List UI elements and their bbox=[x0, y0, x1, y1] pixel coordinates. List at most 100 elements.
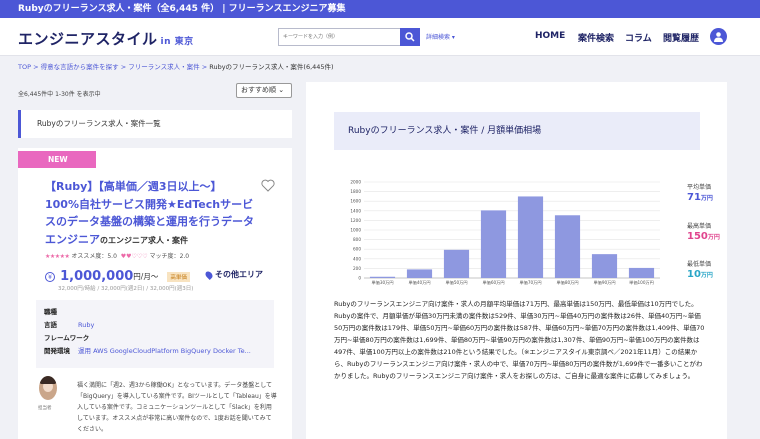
nav-history[interactable]: 閲覧履歴 bbox=[663, 31, 699, 44]
advisor-name: 担当者 bbox=[38, 406, 52, 411]
nav-column[interactable]: コラム bbox=[625, 31, 652, 44]
bar bbox=[369, 276, 396, 278]
favorite-heart-icon[interactable] bbox=[261, 179, 275, 192]
price-unit: 円/月〜 bbox=[133, 272, 159, 281]
location-text: その他エリア bbox=[215, 270, 263, 279]
y-tick-label: 200 bbox=[353, 266, 361, 271]
user-avatar-button[interactable] bbox=[710, 28, 727, 45]
yen-icon: ¥ bbox=[45, 271, 55, 282]
y-tick-label: 400 bbox=[353, 256, 361, 261]
y-tick-label: 800 bbox=[353, 237, 361, 242]
info-row: フレームワーク bbox=[44, 332, 266, 345]
bar bbox=[628, 267, 655, 278]
breadcrumb-current: Rubyのフリーランス求人・案件(6,445件) bbox=[209, 63, 334, 71]
breadcrumb-jobs[interactable]: フリーランス求人・案件 bbox=[128, 63, 199, 71]
x-tick-label: 単価50万円 bbox=[445, 279, 467, 286]
high-price-badge: 高単価 bbox=[167, 271, 190, 282]
y-tick-label: 1400 bbox=[350, 208, 361, 213]
price-unit: 万円 bbox=[700, 195, 713, 202]
price-unit: 万円 bbox=[707, 234, 720, 241]
y-tick-label: 600 bbox=[353, 247, 361, 252]
info-row: 開発環境 運用 AWS GoogleCloudPlatform BigQuery … bbox=[44, 345, 266, 358]
x-tick-label: 単価40万円 bbox=[408, 279, 430, 286]
job-ratings: ★★★★★ オススメ度：5.0 ♥♥♡♡♡ マッチ度：2.0 bbox=[45, 251, 189, 260]
x-tick-label: 単価100万円 bbox=[629, 279, 654, 286]
avg-price-label: 平均単価 bbox=[687, 184, 712, 191]
breadcrumb-separator: > bbox=[120, 63, 127, 71]
info-label: フレームワーク bbox=[44, 334, 90, 342]
recommend-stars: ★★★★★ bbox=[45, 253, 70, 260]
y-tick-label: 1000 bbox=[350, 228, 361, 233]
search-icon bbox=[405, 32, 415, 42]
max-price-value: 150 bbox=[687, 231, 708, 242]
avg-price: 71万円 bbox=[687, 192, 713, 203]
y-tick-label: 1800 bbox=[350, 189, 361, 194]
job-price: 1,000,000 bbox=[60, 269, 134, 284]
breadcrumb-top[interactable]: TOP bbox=[18, 63, 31, 71]
max-price: 150万円 bbox=[687, 231, 720, 242]
breadcrumb-separator: > bbox=[201, 63, 208, 71]
info-label: 言語 bbox=[44, 321, 57, 329]
new-badge: NEW bbox=[18, 151, 96, 168]
min-price: 10万円 bbox=[687, 269, 713, 280]
breadcrumb-separator: > bbox=[33, 63, 39, 71]
bar bbox=[554, 215, 581, 278]
advisor-avatar bbox=[39, 376, 57, 400]
y-tick-label: 2000 bbox=[350, 180, 361, 185]
recommend-value: 5.0 bbox=[107, 253, 117, 260]
advisor-comment: 福く満開に「週2、週3から稼働OK」となっています。データ基盤として「BigQu… bbox=[77, 382, 277, 433]
min-price-value: 10 bbox=[687, 269, 701, 280]
y-tick-label: 0 bbox=[358, 276, 361, 281]
max-price-label: 最高単価 bbox=[687, 223, 712, 230]
bar bbox=[406, 269, 433, 278]
breadcrumb-language[interactable]: 得意な言語から案件を探す bbox=[41, 63, 119, 71]
site-header: エンジニアスタイルin 東京 詳細検索 ▾ HOME 案件検索 コラム 閲覧履歴 bbox=[0, 18, 760, 56]
result-count: 全6,445件中 1-30件 を表示中 bbox=[18, 91, 101, 98]
user-icon bbox=[714, 32, 723, 42]
location-pin-icon bbox=[204, 269, 214, 280]
job-company: のエンジニア求人・案件 bbox=[100, 235, 188, 245]
info-row: 職種 bbox=[44, 306, 266, 319]
price-breakdown: 32,000円/時給 / 32,000円(週2日) / 32,000円(週3日) bbox=[58, 286, 194, 292]
info-label: 開発環境 bbox=[44, 347, 70, 355]
list-heading: Rubyのフリーランス求人・案件一覧 bbox=[18, 110, 292, 138]
y-tick-label: 1600 bbox=[350, 199, 361, 204]
market-description: Rubyのフリーランスエンジニア向け案件・求人の月額平均単価は71万円、最高単価… bbox=[334, 300, 705, 380]
job-title[interactable]: 【Ruby】【高単価／週3日以上〜】100%自社サービス開発★EdTechサービ… bbox=[45, 178, 255, 249]
sort-select[interactable]: おすすめ順 ⌄ bbox=[236, 83, 292, 98]
match-label: マッチ度： bbox=[149, 253, 180, 260]
nav-home[interactable]: HOME bbox=[535, 31, 565, 41]
nav-job-search[interactable]: 案件検索 bbox=[578, 31, 614, 44]
advanced-search-link[interactable]: 詳細検索 ▾ bbox=[426, 32, 455, 41]
job-location: その他エリア bbox=[204, 269, 263, 280]
x-tick-label: 単価80万円 bbox=[556, 279, 578, 286]
job-card[interactable]: NEW 【Ruby】【高単価／週3日以上〜】100%自社サービス開発★EdTec… bbox=[18, 148, 292, 439]
recommend-label: オススメ度： bbox=[71, 253, 108, 260]
min-price-label: 最低単価 bbox=[687, 261, 712, 268]
bar bbox=[517, 196, 544, 278]
search-input[interactable] bbox=[278, 28, 420, 46]
search-button[interactable] bbox=[400, 28, 420, 46]
price-distribution-chart: 0 200 400 600 800 1000 1200 1400 1600 1800 2000 単価3… bbox=[350, 180, 660, 286]
info-value[interactable]: 運用 AWS GoogleCloudPlatform BigQuery Dock… bbox=[78, 347, 251, 355]
info-label: 職種 bbox=[44, 308, 57, 316]
breadcrumb: TOP > 得意な言語から案件を探す > フリーランス求人・案件 > Rubyの… bbox=[18, 61, 334, 71]
info-row: 言語 Ruby bbox=[44, 319, 266, 332]
info-value[interactable]: Ruby bbox=[78, 321, 94, 329]
logo-text: エンジニアスタイル bbox=[18, 30, 158, 48]
avg-price-value: 71 bbox=[687, 192, 701, 203]
x-tick-label: 単価60万円 bbox=[482, 279, 504, 286]
match-value: 2.0 bbox=[179, 253, 190, 260]
y-tick-label: 1200 bbox=[350, 218, 361, 223]
site-logo[interactable]: エンジニアスタイル in 東京 bbox=[18, 28, 194, 49]
job-info-box: 職種 言語 Ruby フレームワーク 開発環境 運用 AWS GoogleCloud… bbox=[36, 300, 274, 368]
logo-region: in 東京 bbox=[160, 37, 194, 47]
bar bbox=[480, 210, 507, 278]
bar bbox=[591, 254, 618, 278]
x-tick-label: 単価70万円 bbox=[519, 279, 541, 286]
market-title: Rubyのフリーランス求人・案件 / 月額単価相場 bbox=[334, 112, 700, 150]
bar bbox=[443, 249, 470, 278]
price-unit: 万円 bbox=[700, 272, 713, 279]
market-panel: Rubyのフリーランス求人・案件 / 月額単価相場 0 200 400 600 800 1… bbox=[306, 82, 727, 439]
x-tick-label: 単価30万円 bbox=[371, 279, 393, 286]
